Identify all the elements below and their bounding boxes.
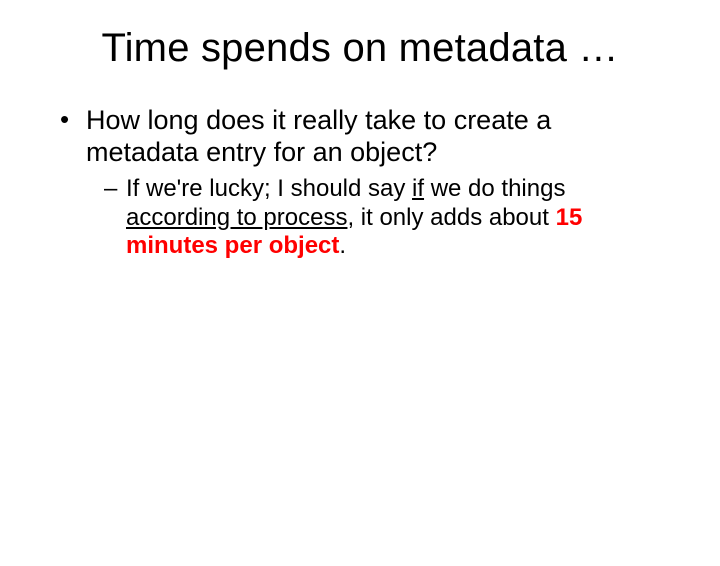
- sub-text-1: If we're lucky; I should say: [126, 175, 412, 202]
- sub-text-2: we do things: [424, 175, 565, 202]
- sub-bullet-1: If we're lucky; I should say if we do th…: [104, 175, 662, 261]
- bullet-1-text: How long does it really take to create a…: [86, 105, 551, 167]
- slide: Time spends on metadata … How long does …: [0, 26, 720, 566]
- bullet-item-1: How long does it really take to create a…: [58, 105, 662, 261]
- sub-text-3: , it only adds about: [347, 204, 555, 231]
- sub-process-underline: according to process: [126, 204, 347, 231]
- sub-bullet-list: If we're lucky; I should say if we do th…: [86, 175, 662, 261]
- sub-if-underline: if: [412, 175, 424, 202]
- bullet-list: How long does it really take to create a…: [58, 105, 662, 261]
- slide-body: How long does it really take to create a…: [58, 105, 662, 261]
- sub-text-4: .: [339, 232, 346, 259]
- slide-title: Time spends on metadata …: [40, 26, 680, 71]
